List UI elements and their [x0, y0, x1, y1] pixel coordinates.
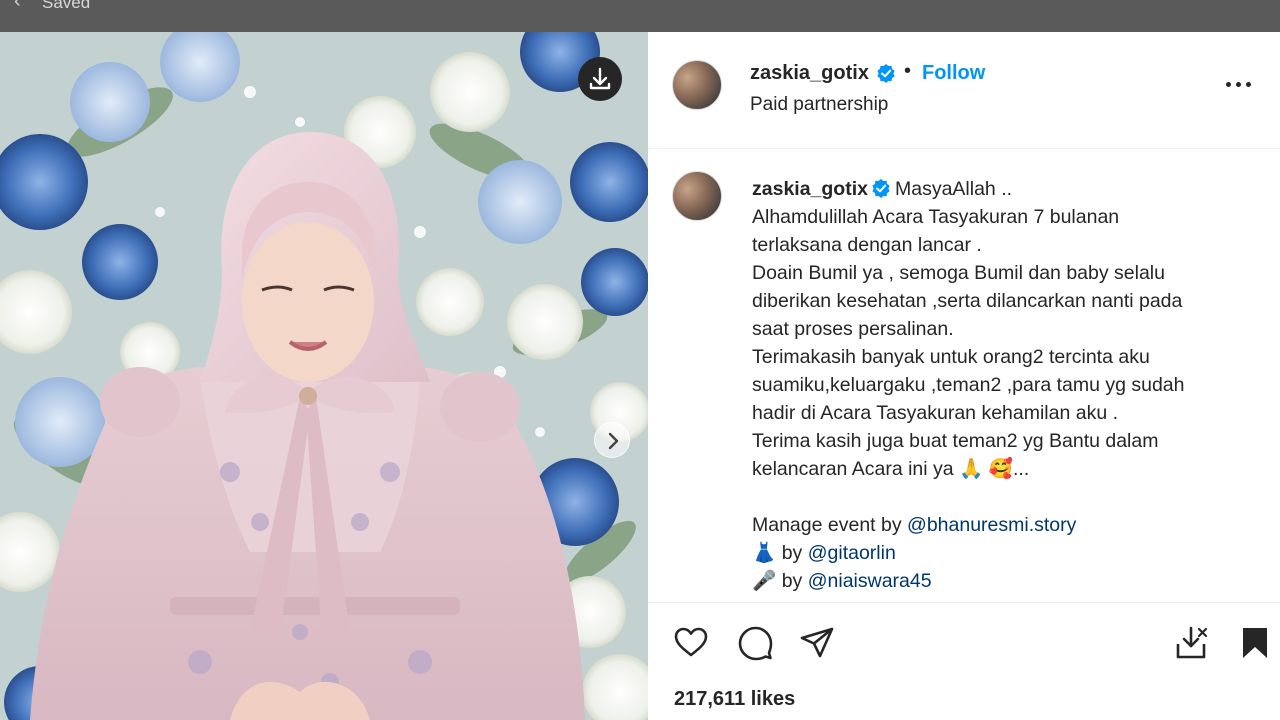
caption-text: MasyaAllah ..	[894, 178, 1013, 200]
download-icon	[589, 67, 611, 90]
mention-link[interactable]: @gitaorlin	[808, 542, 896, 564]
caption-text: Terima kasih juga buat teman2 yg Bantu d…	[752, 430, 1159, 452]
more-horizontal-icon	[1226, 82, 1231, 87]
save-download-icon[interactable]	[1172, 624, 1210, 662]
credit-line: 🎤 by @niaiswara45	[752, 570, 932, 592]
next-media-button[interactable]	[594, 422, 630, 458]
author-username[interactable]: zaskia_gotix	[750, 62, 869, 85]
author-avatar[interactable]	[672, 60, 722, 110]
more-options-button[interactable]	[1224, 74, 1254, 94]
credit-line: 👗 by @gitaorlin	[752, 542, 896, 564]
caption-text: Terimakasih banyak untuk orang2 tercinta…	[752, 346, 1150, 368]
mention-link[interactable]: @niaiswara45	[808, 570, 932, 592]
mention-link[interactable]: @bhanuresmi.story	[907, 514, 1076, 536]
post-photo	[0, 32, 648, 720]
caption-text: suamiku,keluargaku ,teman2 ,para tamu yg…	[752, 374, 1185, 396]
credit-line: Manage event by @bhanuresmi.story	[752, 514, 1077, 536]
caption-text: saat proses persalinan.	[752, 318, 954, 340]
chevron-right-icon	[608, 432, 619, 450]
follow-button[interactable]: Follow	[922, 62, 985, 85]
post-media[interactable]	[0, 32, 648, 720]
caption-author-avatar[interactable]	[672, 171, 722, 221]
bookmark-icon[interactable]	[1236, 624, 1274, 662]
caption-text: Doain Bumil ya , semoga Bumil dan baby s…	[752, 262, 1165, 284]
post-caption: zaskia_gotix MasyaAllah .. Alhamdulillah …	[752, 175, 1252, 595]
comment-icon[interactable]	[736, 624, 774, 662]
heart-icon[interactable]	[672, 624, 710, 662]
caption-text: diberikan kesehatan ,serta dilancarkan n…	[752, 290, 1183, 312]
browser-top-bar: ‹ Saved	[0, 0, 1280, 32]
actions-divider	[648, 602, 1280, 603]
verified-badge-icon	[877, 64, 895, 83]
verified-badge-icon	[872, 179, 890, 198]
caption-text: terlaksana dengan lancar .	[752, 234, 982, 256]
caption-username[interactable]: zaskia_gotix	[752, 178, 868, 200]
caption-text: kelancaran Acara ini ya 🙏 🥰...	[752, 458, 1030, 480]
chevron-left-icon[interactable]: ‹	[14, 0, 21, 13]
post-side-panel: zaskia_gotix • Follow Paid partnership z…	[648, 32, 1280, 720]
header-separator: •	[904, 60, 912, 82]
caption-text: Alhamdulillah Acara Tasyakuran 7 bulanan	[752, 206, 1120, 228]
likes-count[interactable]: 217,611 likes	[674, 688, 795, 711]
share-icon[interactable]	[798, 624, 836, 662]
saved-label[interactable]: Saved	[42, 0, 90, 13]
download-button[interactable]	[578, 57, 622, 101]
caption-text: hadir di Acara Tasyakuran kehamilan aku …	[752, 402, 1119, 424]
header-divider	[648, 148, 1280, 149]
paid-partnership-label[interactable]: Paid partnership	[750, 94, 888, 116]
caption-line: zaskia_gotix MasyaAllah ..	[752, 175, 1252, 203]
